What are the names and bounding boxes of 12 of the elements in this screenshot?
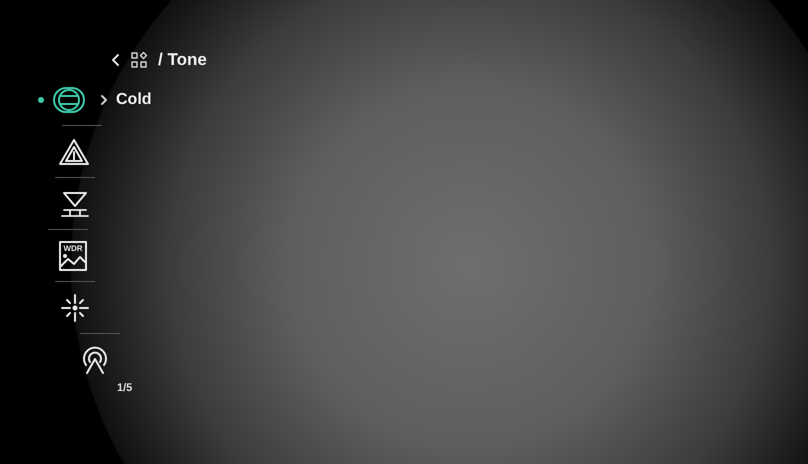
- warning-triangle-icon[interactable]: [58, 138, 90, 166]
- breadcrumb-title: / Tone: [158, 49, 207, 72]
- radar-icon[interactable]: [80, 345, 110, 375]
- sparkle-icon[interactable]: [60, 293, 90, 323]
- option-value: Cold: [116, 90, 152, 110]
- wdr-icon[interactable]: WDR: [58, 240, 88, 272]
- back-icon[interactable]: [110, 53, 120, 67]
- chevron-icon: [100, 94, 108, 106]
- grid-icon: [130, 51, 148, 69]
- calibration-icon[interactable]: [60, 190, 90, 218]
- page-indicator: 1/5: [117, 381, 134, 396]
- palette-icon[interactable]: [52, 85, 86, 115]
